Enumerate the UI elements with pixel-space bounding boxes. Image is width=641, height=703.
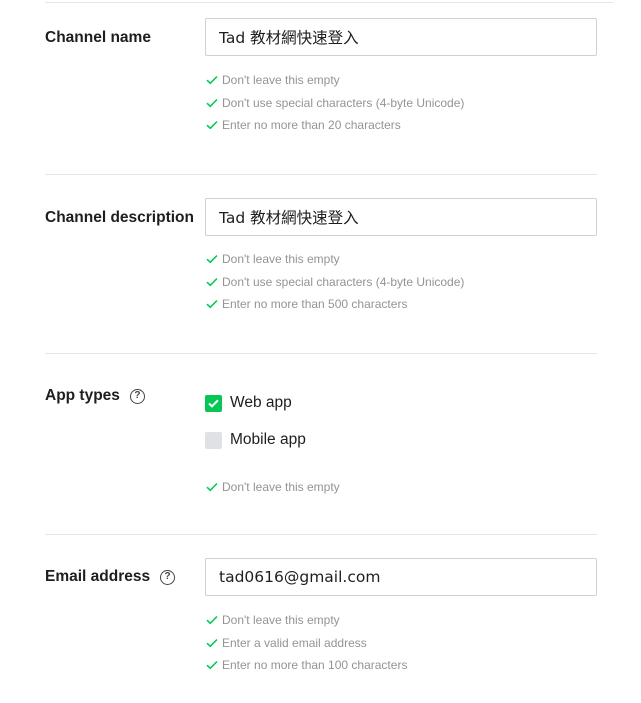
section-divider [45, 534, 597, 535]
channel-description-input[interactable] [205, 198, 597, 236]
rule-item: Don't leave this empty [206, 476, 340, 499]
app-types-label-text: App types [45, 387, 120, 404]
channel-name-input[interactable] [205, 18, 597, 56]
rule-text: Don't use special characters (4-byte Uni… [222, 274, 465, 289]
rule-text: Don't leave this empty [222, 613, 340, 628]
mobile-app-checkbox[interactable] [205, 431, 222, 449]
section-divider [45, 353, 597, 354]
rule-item: Enter no more than 100 characters [206, 654, 407, 677]
email-address-label-text: Email address [45, 568, 151, 585]
rule-item: Don't leave this empty [206, 609, 407, 632]
section-divider [45, 174, 597, 175]
check-icon [206, 482, 218, 492]
rule-item: Don't leave this empty [206, 69, 464, 92]
check-icon [206, 254, 218, 264]
rule-text: Don't leave this empty [222, 480, 340, 495]
channel-description-rules: Don't leave this empty Don't use special… [206, 248, 464, 316]
email-address-label: Email address ? [45, 568, 176, 586]
web-app-option[interactable]: Web app [205, 394, 292, 412]
rule-item: Don't leave this empty [206, 248, 464, 271]
check-icon [206, 75, 218, 85]
rule-text: Enter no more than 500 characters [222, 297, 408, 312]
channel-name-section: Channel name Don't leave this empty Don'… [45, 18, 597, 148]
rule-item: Don't use special characters (4-byte Uni… [206, 271, 464, 294]
rule-item: Don't use special characters (4-byte Uni… [206, 92, 464, 115]
email-address-rules: Don't leave this empty Enter a valid ema… [206, 609, 407, 677]
app-types-section: App types ? Web app Mobile app Don't lea… [45, 378, 597, 508]
app-types-rules: Don't leave this empty [206, 476, 340, 499]
channel-name-label: Channel name [45, 29, 151, 46]
check-icon [206, 615, 218, 625]
check-icon [206, 98, 218, 108]
channel-description-label: Channel description [45, 209, 194, 226]
mobile-app-label: Mobile app [230, 431, 306, 448]
web-app-label: Web app [230, 394, 292, 411]
check-icon [206, 277, 218, 287]
rule-text: Enter a valid email address [222, 635, 367, 650]
check-icon [206, 660, 218, 670]
rule-item: Enter no more than 20 characters [206, 114, 464, 137]
email-address-input[interactable] [205, 558, 597, 596]
rule-text: Don't use special characters (4-byte Uni… [222, 95, 465, 110]
check-icon [206, 299, 218, 309]
rule-text: Enter no more than 100 characters [222, 658, 408, 673]
check-icon [206, 638, 218, 648]
email-address-section: Email address ? Don't leave this empty E… [45, 558, 597, 688]
rule-text: Don't leave this empty [222, 252, 340, 267]
rule-text: Don't leave this empty [222, 73, 340, 88]
rule-item: Enter a valid email address [206, 632, 407, 655]
help-icon[interactable]: ? [129, 388, 145, 404]
rule-text: Enter no more than 20 characters [222, 118, 401, 133]
rule-item: Enter no more than 500 characters [206, 293, 464, 316]
channel-name-rules: Don't leave this empty Don't use special… [206, 69, 464, 137]
check-icon [206, 120, 218, 130]
help-icon[interactable]: ? [160, 569, 176, 585]
mobile-app-option[interactable]: Mobile app [205, 431, 306, 449]
web-app-checkbox[interactable] [205, 394, 222, 412]
app-types-label: App types ? [45, 387, 145, 405]
checkmark-icon [208, 398, 219, 408]
channel-description-section: Channel description Don't leave this emp… [45, 198, 597, 328]
channel-settings-form: Channel name Don't leave this empty Don'… [0, 0, 641, 703]
top-divider [45, 2, 613, 3]
